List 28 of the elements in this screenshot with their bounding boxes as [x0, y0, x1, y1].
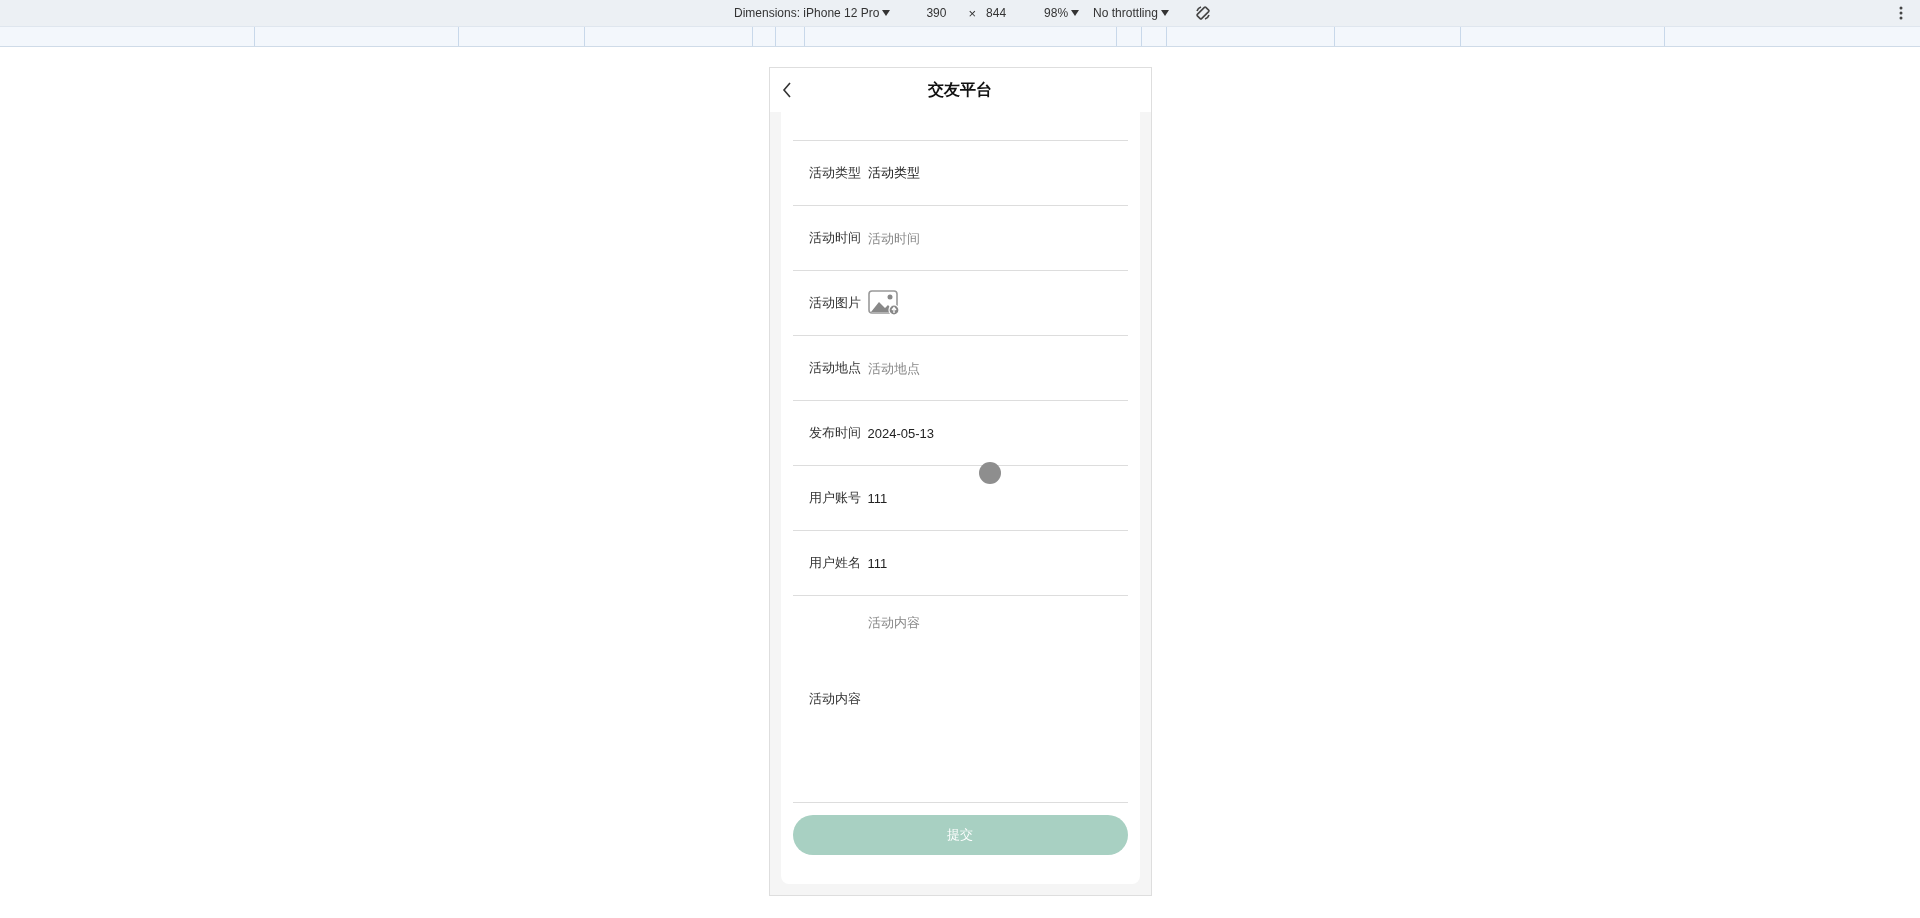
field-label: 活动时间 — [807, 229, 862, 247]
input-field[interactable]: 2024-05-13 — [867, 425, 1068, 441]
field-label: 活动地点 — [807, 359, 862, 377]
width-value[interactable]: 390 — [926, 6, 947, 20]
field-label: 活动内容 — [807, 690, 862, 708]
input-field[interactable]: 活动时间 — [867, 230, 1068, 246]
times-sign: × — [968, 5, 977, 21]
input-field[interactable]: 活动类型 — [867, 165, 1068, 181]
caret-icon — [1071, 10, 1080, 16]
page-title: 交友平台 — [928, 79, 992, 100]
field-label: 用户账号 — [807, 489, 862, 507]
field-label: 用户姓名 — [807, 554, 862, 572]
image-upload-icon[interactable] — [867, 290, 900, 316]
input-field[interactable]: 活动地点 — [867, 360, 1068, 376]
height-value[interactable]: 844 — [986, 6, 1007, 20]
field-label: 发布时间 — [807, 424, 862, 442]
input-field[interactable]: 111 — [867, 490, 1068, 506]
text-area[interactable]: 活动内容 — [867, 604, 1118, 804]
zoom-label: 98% — [1044, 6, 1069, 20]
input-field[interactable]: 111 — [867, 555, 1068, 571]
field-label: 活动类型 — [807, 164, 862, 182]
back-icon[interactable] — [781, 82, 792, 98]
caret-icon — [882, 10, 891, 16]
rotate-icon[interactable] — [1194, 5, 1211, 21]
more-options-icon[interactable] — [1899, 6, 1903, 20]
field-label: 活动图片 — [807, 294, 862, 312]
zoom-dropdown[interactable]: 98% — [1044, 6, 1080, 20]
caret-icon — [1160, 10, 1169, 16]
